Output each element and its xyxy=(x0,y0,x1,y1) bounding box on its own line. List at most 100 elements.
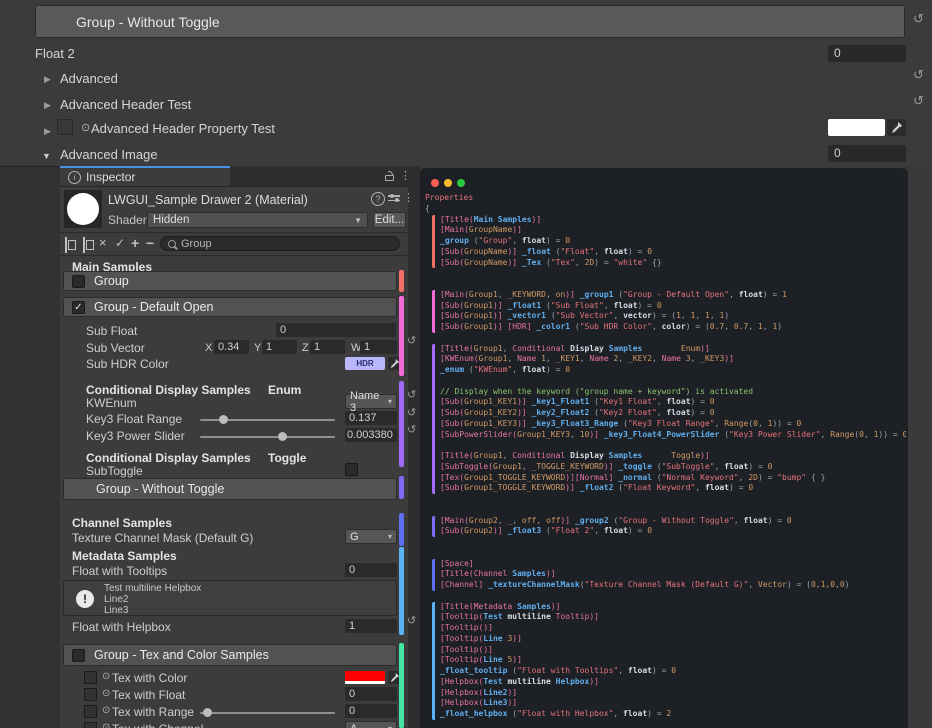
foldout-arrow-icon[interactable]: ▶ xyxy=(44,123,51,139)
revert-icon[interactable]: ↺ xyxy=(913,12,924,26)
code-token: )] xyxy=(517,408,527,417)
code-line: [Sub(GroupName)] _float ("Float", float)… xyxy=(440,247,906,258)
group-header-without-toggle[interactable]: Group - Without Toggle xyxy=(63,478,397,500)
foldout-arrow-icon[interactable]: ▶ xyxy=(44,97,51,113)
slider[interactable] xyxy=(200,712,335,714)
code-line: [Tooltip(Test multiline Tooltip)] xyxy=(440,612,906,623)
revert-icon[interactable]: ↺ xyxy=(407,388,416,402)
tex-with-float-field[interactable]: 0 xyxy=(345,687,397,701)
foldout-arrow-icon[interactable]: ▶ xyxy=(44,71,51,87)
slider[interactable] xyxy=(200,436,335,438)
float-with-tooltips-field[interactable]: 0 xyxy=(345,563,397,577)
group-header-group[interactable]: Group xyxy=(63,271,397,291)
code-line: _enum ("KWEnum", float) = 0 xyxy=(440,365,906,376)
kwenum-dropdown[interactable]: Name 3 ▾ xyxy=(345,394,397,409)
close-dot-icon[interactable] xyxy=(431,179,439,187)
revert-icon[interactable]: ↺ xyxy=(407,614,416,628)
group-checkbox[interactable] xyxy=(72,275,85,288)
code-token: ) = ( xyxy=(787,580,811,589)
collapse-all-icon[interactable]: × xyxy=(99,235,107,251)
x-field[interactable]: 0.34 xyxy=(214,340,249,354)
group-checkbox[interactable] xyxy=(72,649,85,662)
kebab-menu-icon[interactable]: ⋮ xyxy=(403,191,414,204)
color-swatch-white[interactable] xyxy=(828,119,885,136)
texture-slot[interactable] xyxy=(84,688,97,701)
revert-icon[interactable]: ↺ xyxy=(913,68,924,82)
slider-handle[interactable] xyxy=(278,432,287,441)
color-swatch-red[interactable] xyxy=(345,671,385,684)
code-token: ( xyxy=(719,430,729,439)
code-editor-panel: Properties{[Title(Main Samples)][Main(Gr… xyxy=(420,168,908,728)
float2-label: Float 2 xyxy=(35,45,75,62)
float-with-helpbox-field[interactable]: 1 xyxy=(345,619,397,633)
code-token: Group1_TOGGLE_KEYWORD xyxy=(464,483,565,492)
texture-slot[interactable] xyxy=(84,705,97,718)
subtoggle-checkbox[interactable] xyxy=(345,463,358,476)
y-field[interactable]: 1 xyxy=(262,340,297,354)
check-icon[interactable]: ✓ xyxy=(115,235,125,251)
z-field[interactable]: 1 xyxy=(310,340,345,354)
code-token: "Key3 Float Range" xyxy=(628,419,715,428)
code-token: "Group - Without Toggle" xyxy=(618,516,734,525)
texture-slot[interactable] xyxy=(84,671,97,684)
revert-icon[interactable]: ↺ xyxy=(407,423,416,437)
minus-icon[interactable]: − xyxy=(146,235,154,251)
plus-icon[interactable]: + xyxy=(131,235,139,251)
tab-inspector[interactable]: i Inspector xyxy=(60,166,230,186)
key3-power-slider-field[interactable]: 0.003380 xyxy=(345,428,397,442)
advanced-image-field[interactable]: 0 xyxy=(828,145,906,162)
revert-icon[interactable]: ↺ xyxy=(407,406,416,420)
w-field[interactable]: 1 xyxy=(360,340,397,354)
material-preview[interactable] xyxy=(64,190,102,228)
code-token: 0 xyxy=(657,301,662,310)
key3-float-range-field[interactable]: 0.137 xyxy=(345,411,397,425)
tex-with-range-field[interactable]: 0 xyxy=(345,704,397,718)
paste-icon[interactable] xyxy=(83,237,85,253)
code-token: Channel xyxy=(474,569,508,578)
hdr-color-swatch[interactable]: HDR xyxy=(345,357,385,370)
copy-icon[interactable] xyxy=(65,237,67,253)
code-token: "Group - Default Open" xyxy=(623,290,729,299)
minimize-dot-icon[interactable] xyxy=(444,179,452,187)
help-icon[interactable]: ? xyxy=(371,192,385,206)
group-checkbox-checked[interactable]: ✓ xyxy=(72,301,85,314)
code-token: [Space] xyxy=(440,559,474,568)
advanced-header-property-checkbox[interactable] xyxy=(57,119,73,135)
revert-icon[interactable]: ↺ xyxy=(407,334,416,348)
code-token: _normal xyxy=(618,473,652,482)
slider[interactable] xyxy=(200,419,335,421)
advanced-image-label[interactable]: Advanced Image xyxy=(60,146,158,163)
channel-mask-dropdown[interactable]: G ▾ xyxy=(345,529,397,544)
sub-float-field[interactable]: 0 xyxy=(276,323,396,337)
code-token: float xyxy=(724,462,748,471)
search-input[interactable]: Group xyxy=(160,236,400,251)
shader-dropdown[interactable]: Hidden ▼ xyxy=(147,212,368,228)
maximize-dot-icon[interactable] xyxy=(457,179,465,187)
group-without-toggle-header[interactable]: Group - Without Toggle xyxy=(35,5,905,38)
code-token: , xyxy=(729,290,739,299)
group-header-tex-color[interactable]: Group - Tex and Color Samples xyxy=(63,644,397,666)
code-token: , xyxy=(498,516,508,525)
code-line: _group ("Group", float) = 0 xyxy=(440,236,906,247)
advanced-header-property-test-label[interactable]: Advanced Header Property Test xyxy=(91,120,275,137)
eyedropper-icon[interactable] xyxy=(887,119,906,136)
foldout-open-arrow-icon[interactable]: ▼ xyxy=(42,148,51,164)
lock-icon[interactable] xyxy=(385,171,394,181)
texture-slot[interactable] xyxy=(84,722,97,728)
group-header-default-open[interactable]: ✓ Group - Default Open xyxy=(63,297,397,317)
edit-button[interactable]: Edit... xyxy=(373,212,406,228)
code-token: Name xyxy=(662,354,681,363)
float2-field[interactable]: 0 xyxy=(828,45,906,62)
tex-channel-dropdown[interactable]: A ▾ xyxy=(345,721,397,728)
slider-handle[interactable] xyxy=(203,708,212,717)
code-token: , xyxy=(507,354,517,363)
slider-handle[interactable] xyxy=(219,415,228,424)
kebab-menu-icon[interactable]: ⋮ xyxy=(400,169,411,182)
advanced-label[interactable]: Advanced xyxy=(60,70,118,87)
code-token: )] xyxy=(565,290,575,299)
revert-icon[interactable]: ↺ xyxy=(913,94,924,108)
advanced-header-test-label[interactable]: Advanced Header Test xyxy=(60,96,191,113)
code-token: ( xyxy=(469,236,479,245)
code-token: off xyxy=(522,516,536,525)
preset-icon[interactable] xyxy=(388,195,400,201)
